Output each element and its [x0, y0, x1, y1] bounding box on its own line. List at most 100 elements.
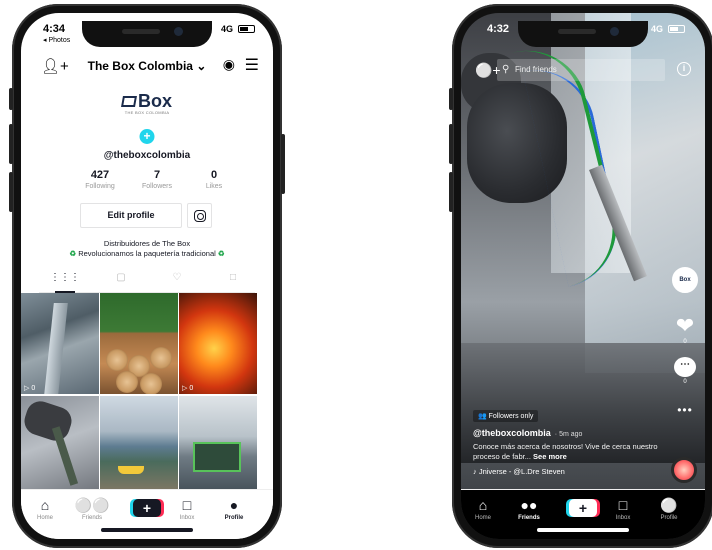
tab-inbox-label: Inbox	[615, 515, 631, 521]
status-time: 4:32	[487, 23, 510, 35]
box-logo-icon	[121, 96, 137, 107]
tab-profile[interactable]: ● Profile	[214, 496, 254, 521]
more-options-icon[interactable]: •••	[671, 403, 699, 417]
log-shape	[140, 373, 162, 394]
video-thumb-city[interactable]: ▷ 0	[21, 293, 99, 394]
action-rail: Box ❤ 0 ⋯ 0 •••	[671, 267, 699, 417]
add-avatar-plus-icon[interactable]: +	[139, 129, 155, 144]
volume-up-button	[9, 124, 13, 164]
search-icon: ⚲	[502, 64, 510, 75]
caption-description: Conoce más acerca de nosotros! Vive de c…	[473, 442, 663, 462]
log-shape	[116, 371, 138, 393]
profile-content-tabs: ⋮⋮⋮ ▢ ♡ □	[39, 267, 255, 293]
create-video-button[interactable]: +	[569, 499, 597, 517]
tab-profile-label: Profile	[224, 515, 244, 521]
tab-home-label: Home	[36, 515, 53, 521]
video-thumb-shore[interactable]	[100, 396, 178, 497]
tab-friends-label: Friends	[518, 515, 540, 521]
create-video-button[interactable]: +	[133, 499, 161, 517]
recycle-icon: ♻	[69, 249, 77, 258]
video-view-count: ▷ 0	[182, 385, 194, 392]
bio-line-1: Distribuidores de The Box	[103, 239, 191, 248]
inbox-icon: □	[182, 497, 192, 513]
stat-likes-label: Likes	[205, 183, 223, 190]
boat-shape	[118, 466, 144, 474]
robot-arm-shape	[21, 397, 76, 445]
battery-icon	[668, 25, 685, 33]
sound-info[interactable]: ♪ Jniverse - @L.Dre Steven	[473, 467, 663, 476]
bottom-tab-bar: ⌂ Home ⚪⚪ Friends + □ Inbox ● Profile	[21, 489, 273, 539]
creator-avatar[interactable]: Box	[672, 267, 698, 293]
profile-handle: @theboxcolombia	[103, 150, 191, 161]
profile-username-switcher[interactable]: The Box Colombia ⌄	[21, 59, 273, 73]
stat-followers[interactable]: 7 Followers	[127, 169, 187, 190]
home-indicator[interactable]	[537, 528, 629, 532]
video-thumb-logs[interactable]	[100, 293, 178, 394]
tab-inbox[interactable]: □ Inbox	[167, 496, 207, 521]
recycle-icon: ♻	[217, 249, 225, 258]
home-indicator[interactable]	[101, 528, 193, 532]
chevron-down-icon: ⌄	[196, 59, 207, 73]
tagged-icon[interactable]: □	[213, 272, 253, 283]
video-thumb-robot[interactable]	[21, 396, 99, 497]
profile-stats: 427 Following 7 Followers 0 Likes	[21, 169, 273, 199]
profile-header: 👤︎+ The Box Colombia ⌄ ◉ ☰	[21, 55, 273, 79]
friends-icon: ⚪⚪	[74, 497, 110, 513]
phone-video: 4:32 4G ⚪+ ⚲ Find friends i Box ❤ 0 ⋯ 0 …	[449, 4, 712, 548]
menu-icon[interactable]: ☰	[245, 55, 259, 75]
bio-line-2-text: Revolucionamos la paquetería tradicional	[78, 249, 216, 258]
mute-switch	[9, 88, 13, 110]
stat-likes-value: 0	[210, 169, 218, 181]
find-friends-search[interactable]: ⚲ Find friends	[497, 59, 665, 81]
profile-avatar-logo[interactable]: Box THE BOX COLOMBIA	[115, 91, 179, 125]
heart-icon[interactable]: ♡	[157, 272, 197, 283]
tab-friends[interactable]: ⚪⚪ Friends	[72, 496, 112, 521]
mute-switch	[449, 88, 453, 110]
lock-icon[interactable]: ▢	[101, 272, 141, 283]
stat-followers-label: Followers	[142, 183, 172, 190]
volume-down-button	[9, 172, 13, 212]
network-label: 4G	[650, 24, 663, 34]
caption-account[interactable]: @theboxcolombia · 5m ago	[473, 428, 663, 438]
status-bar: 4:32 4G	[487, 23, 685, 39]
eye-icon[interactable]: ◉	[223, 56, 235, 73]
back-to-photos-link[interactable]: ◂ Photos	[43, 36, 70, 44]
volume-up-button	[449, 124, 453, 164]
status-time: 4:34	[43, 23, 66, 35]
comment-icon[interactable]: ⋯	[674, 357, 696, 377]
stat-likes[interactable]: 0 Likes	[184, 169, 244, 190]
video-thumb-fire[interactable]: ▷ 0	[179, 293, 257, 394]
like-count: 0	[683, 339, 687, 345]
home-icon: ⌂	[478, 497, 488, 513]
tab-inbox-label: Inbox	[179, 515, 195, 521]
tab-home-label: Home	[474, 515, 491, 521]
power-button	[281, 134, 285, 194]
caption-time-ago: · 5m ago	[554, 431, 583, 438]
stat-following[interactable]: 427 Following	[70, 169, 130, 190]
video-view-count: ▷ 0	[24, 385, 36, 392]
like-heart-icon[interactable]: ❤	[671, 315, 699, 337]
volume-down-button	[449, 172, 453, 212]
tab-home[interactable]: ⌂ Home	[463, 496, 503, 521]
log-shape	[150, 347, 172, 369]
comment-count: 0	[683, 379, 687, 385]
instagram-button[interactable]	[187, 203, 212, 228]
sound-disc-icon[interactable]	[671, 457, 697, 483]
tab-profile[interactable]: ⚪ Profile	[649, 496, 689, 521]
stat-followers-value: 7	[153, 169, 161, 181]
status-bar: 4:34 ◂ Photos 4G	[43, 23, 255, 44]
video-thumb-factory[interactable]	[179, 396, 257, 497]
videos-grid-icon[interactable]: ⋮⋮⋮	[45, 272, 85, 293]
info-icon[interactable]: i	[677, 62, 691, 76]
see-more-link[interactable]: See more	[533, 452, 567, 461]
video-screen[interactable]: 4:32 4G ⚪+ ⚲ Find friends i Box ❤ 0 ⋯ 0 …	[461, 13, 705, 539]
tab-inbox[interactable]: □ Inbox	[603, 496, 643, 521]
profile-username: The Box Colombia	[87, 59, 193, 73]
bottom-tab-bar: ⌂ Home ●● Friends + □ Inbox ⚪ Profile	[461, 489, 705, 539]
edit-profile-button[interactable]: Edit profile	[80, 203, 182, 228]
logo-wordmark: Box	[137, 91, 172, 111]
tab-friends[interactable]: ●● Friends	[509, 496, 549, 521]
tab-home[interactable]: ⌂ Home	[25, 496, 65, 521]
comparison-stage: 4:34 ◂ Photos 4G 👤︎+ The Box Colombia ⌄ …	[0, 0, 712, 550]
machine-shape	[193, 442, 241, 472]
